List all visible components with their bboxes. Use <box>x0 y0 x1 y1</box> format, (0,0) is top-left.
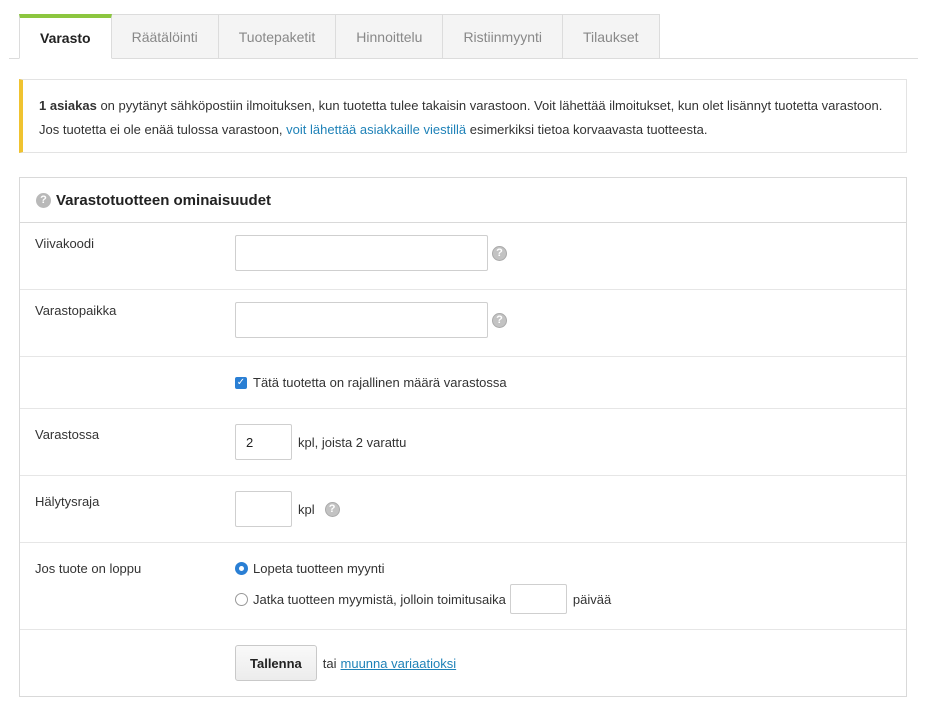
notice-count: 1 asiakas <box>39 98 97 113</box>
panel-title: Varastotuotteen ominaisuudet <box>56 191 272 209</box>
restock-notice: 1 asiakas on pyytänyt sähköpostiin ilmoi… <box>19 79 907 153</box>
tab-ristiinmyynti[interactable]: Ristiinmyynti <box>443 14 564 59</box>
row-limited: ✓ Tätä tuotetta on rajallinen määrä vara… <box>20 357 906 409</box>
option-stop[interactable]: Lopeta tuotteen myynti <box>235 561 385 576</box>
row-soldout: Jos tuote on loppu Lopeta tuotteen myynt… <box>20 543 906 630</box>
save-button[interactable]: Tallenna <box>235 645 317 681</box>
location-input[interactable] <box>235 302 488 338</box>
alert-label: Hälytysraja <box>35 494 100 509</box>
limited-checkbox[interactable]: ✓ <box>235 376 247 389</box>
checkmark-icon: ✓ <box>236 377 246 388</box>
stock-input[interactable] <box>235 424 292 460</box>
notice-text-2: esimerkiksi tietoa korvaavasta tuotteest… <box>466 122 708 137</box>
row-location: Varastopaikka ? <box>20 290 906 357</box>
alert-suffix: kpl <box>298 501 315 517</box>
days-suffix: päivää <box>572 591 612 607</box>
alert-input[interactable] <box>235 491 292 527</box>
soldout-label: Jos tuote on loppu <box>35 561 142 576</box>
tab-hinnoittelu[interactable]: Hinnoittelu <box>336 14 444 59</box>
question-circle-icon[interactable]: ? <box>492 312 507 328</box>
stock-suffix: kpl, joista 2 varattu <box>298 434 407 450</box>
row-actions: Tallenna tai muunna variaatioksi <box>20 630 906 697</box>
continue-selling-radio[interactable] <box>235 592 248 606</box>
row-stock: Varastossa kpl, joista 2 varattu <box>20 409 906 476</box>
tab-raatalointi[interactable]: Räätälöinti <box>111 14 219 59</box>
continue-selling-label: Jatka tuotteen myymistä, jolloin toimitu… <box>253 591 506 607</box>
stop-selling-radio[interactable] <box>235 562 248 575</box>
tab-tuotepaketit[interactable]: Tuotepaketit <box>218 14 337 59</box>
question-circle-icon[interactable]: ? <box>492 245 507 261</box>
row-alert: Hälytysraja kpl ? <box>20 476 906 543</box>
delivery-days-input[interactable] <box>509 584 567 614</box>
limited-label: Tätä tuotetta on rajallinen määrä varast… <box>253 375 507 390</box>
barcode-label: Viivakoodi <box>35 236 95 251</box>
row-barcode: Viivakoodi ? <box>20 223 906 290</box>
convert-variation-link[interactable]: muunna variaatioksi <box>341 656 457 671</box>
tab-varasto[interactable]: Varasto <box>19 14 112 59</box>
barcode-input[interactable] <box>235 235 488 271</box>
location-label: Varastopaikka <box>35 303 117 318</box>
inventory-panel: ? Varastotuotteen ominaisuudet Viivakood… <box>19 177 907 697</box>
or-text: tai <box>322 655 337 671</box>
tab-tilaukset[interactable]: Tilaukset <box>563 14 660 59</box>
question-circle-icon[interactable]: ? <box>324 501 340 517</box>
stock-label: Varastossa <box>35 427 100 442</box>
option-continue[interactable]: Jatka tuotteen myymistä, jolloin toimitu… <box>235 584 611 614</box>
tab-bar: Varasto Räätälöinti Tuotepaketit Hinnoit… <box>19 14 660 59</box>
panel-header: ? Varastotuotteen ominaisuudet <box>20 178 906 223</box>
send-message-link[interactable]: voit lähettää asiakkaille viestillä <box>286 122 466 137</box>
stop-selling-label: Lopeta tuotteen myynti <box>253 561 385 576</box>
question-circle-icon[interactable]: ? <box>36 192 51 208</box>
